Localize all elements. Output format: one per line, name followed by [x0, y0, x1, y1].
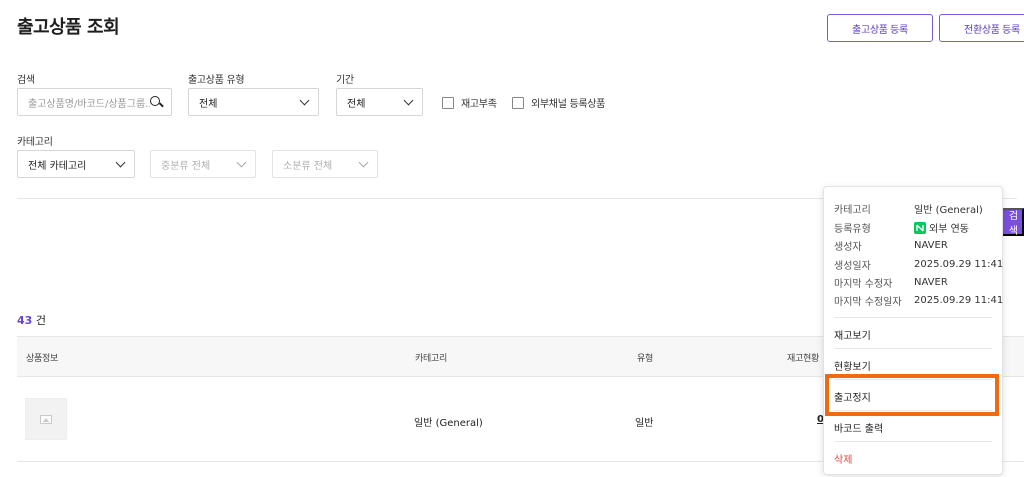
- stop-outbound-menu-item[interactable]: 출고정지: [834, 389, 871, 404]
- register-conversion-product-button[interactable]: 전환상품 등록: [939, 14, 1024, 42]
- column-stock: 재고현황: [787, 354, 819, 364]
- view-status-menu-item[interactable]: 현황보기: [834, 358, 871, 373]
- info-value: 2025.09.29 11:41: [914, 295, 1004, 306]
- info-row-last-modified-at: 마지막 수정일자 2025.09.29 11:41: [834, 293, 1003, 308]
- product-type-select[interactable]: 전체: [188, 88, 319, 116]
- info-key: 마지막 수정일자: [834, 297, 902, 308]
- column-category: 카테고리: [415, 354, 447, 364]
- search-icon[interactable]: [150, 95, 163, 109]
- chevron-down-icon: [115, 157, 126, 167]
- image-placeholder-icon: [40, 414, 52, 424]
- product-type-value: 전체: [199, 98, 218, 110]
- info-value: 2025.09.29 11:41: [914, 259, 1004, 270]
- info-key: 생성일자: [834, 261, 871, 272]
- info-value: NAVER: [914, 277, 948, 288]
- menu-divider: [834, 317, 992, 318]
- row-type: 일반: [635, 418, 654, 429]
- delete-menu-item[interactable]: 삭제: [834, 451, 852, 466]
- row-category: 일반 (General): [414, 418, 483, 429]
- info-row-register-type: 등록유형 외부 연동: [834, 220, 969, 235]
- category-select[interactable]: 전체 카테고리: [17, 150, 135, 178]
- category-label: 카테고리: [17, 137, 53, 148]
- menu-divider: [834, 379, 992, 380]
- info-key: 생성자: [834, 242, 862, 253]
- info-value: NAVER: [914, 240, 948, 251]
- result-count: 43 건: [17, 312, 46, 328]
- naver-logo-icon: [914, 221, 926, 234]
- product-type-label: 출고상품 유형: [188, 75, 245, 86]
- mid-category-select: 중분류 전체: [150, 150, 256, 178]
- info-value: 외부 연동: [929, 224, 969, 235]
- search-label: 검색: [17, 75, 35, 86]
- period-select[interactable]: 전체: [336, 88, 423, 116]
- period-label: 기간: [336, 75, 354, 86]
- info-row-category: 카테고리 일반 (General): [834, 201, 983, 216]
- info-value-wrap: 외부 연동: [914, 220, 969, 235]
- product-thumbnail: [25, 398, 67, 440]
- sub-category-value: 소분류 전체: [283, 160, 333, 172]
- search-input[interactable]: 출고상품명/바코드/상품그룹...: [17, 88, 172, 116]
- chevron-down-icon: [236, 157, 247, 167]
- info-value: 일반 (General): [914, 205, 983, 216]
- column-type: 유형: [637, 354, 653, 364]
- view-stock-menu-item[interactable]: 재고보기: [834, 327, 871, 342]
- out-of-stock-checkbox[interactable]: 재고부족: [442, 95, 497, 110]
- category-value: 전체 카테고리: [28, 160, 87, 172]
- product-context-menu: 카테고리 일반 (General) 등록유형 외부 연동 생성자 NAVER 생…: [823, 186, 1003, 475]
- result-count-unit: 건: [35, 314, 46, 327]
- chevron-down-icon: [403, 95, 414, 105]
- chevron-down-icon: [358, 157, 369, 167]
- period-value: 전체: [347, 98, 366, 110]
- info-key: 마지막 수정자: [834, 279, 893, 290]
- info-key: 카테고리: [834, 205, 871, 216]
- print-barcode-menu-item[interactable]: 바코드 출력: [834, 420, 883, 435]
- sub-category-select: 소분류 전체: [272, 150, 378, 178]
- info-row-creator: 생성자 NAVER: [834, 238, 948, 253]
- external-channel-checkbox[interactable]: 외부채널 등록상품: [512, 95, 605, 110]
- menu-divider: [834, 410, 992, 411]
- menu-divider: [834, 441, 992, 442]
- external-channel-label: 외부채널 등록상품: [531, 99, 606, 110]
- search-button[interactable]: 검색: [1001, 208, 1024, 237]
- checkbox-box[interactable]: [442, 96, 454, 109]
- result-count-number: 43: [17, 314, 33, 327]
- menu-divider: [834, 348, 992, 349]
- checkbox-box[interactable]: [512, 96, 524, 109]
- info-row-created-at: 생성일자 2025.09.29 11:41: [834, 257, 1003, 272]
- column-product-info: 상품정보: [26, 354, 58, 364]
- chevron-down-icon: [299, 95, 310, 105]
- search-placeholder: 출고상품명/바코드/상품그룹...: [28, 98, 150, 110]
- info-key: 등록유형: [834, 224, 871, 235]
- page-title: 출고상품 조회: [17, 17, 120, 38]
- info-row-last-modifier: 마지막 수정자 NAVER: [834, 275, 948, 290]
- mid-category-value: 중분류 전체: [161, 160, 211, 172]
- out-of-stock-label: 재고부족: [461, 99, 497, 110]
- register-outbound-product-button[interactable]: 출고상품 등록: [827, 14, 933, 42]
